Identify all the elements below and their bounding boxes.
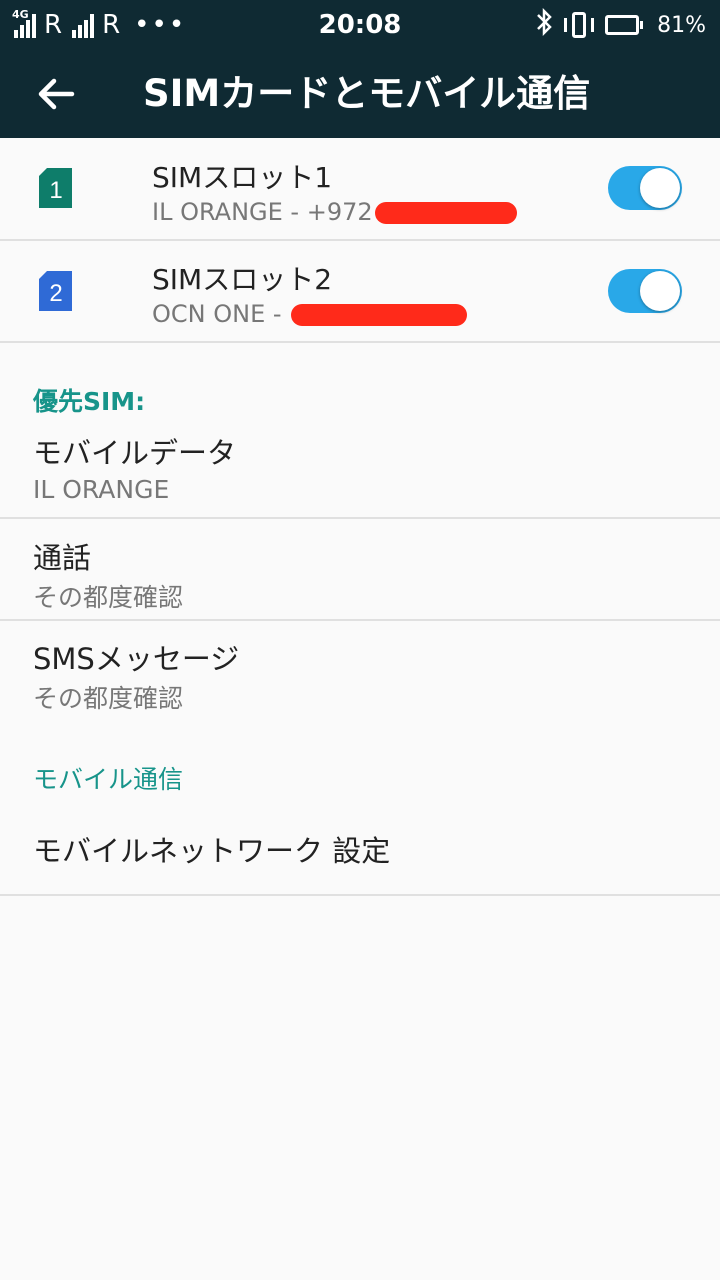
sim-slot-subtitle: IL ORANGE - +972 xyxy=(152,198,517,226)
item-title: SMSメッセージ xyxy=(33,642,240,676)
sim-slot-1-toggle[interactable] xyxy=(608,166,682,210)
divider xyxy=(0,517,720,519)
app-bar: 4G R R ••• 20:08 81% SIMカードとモバイル通信 xyxy=(0,0,720,138)
sim-slot-1-row[interactable]: 1 SIMスロット1 IL ORANGE - +972 xyxy=(0,138,720,241)
vibrate-icon xyxy=(563,12,595,38)
battery-icon xyxy=(605,15,644,35)
redaction-mark xyxy=(374,202,517,224)
sim-slot-carrier-number: IL ORANGE - +972 xyxy=(152,198,373,226)
sim-card-icon: 2 xyxy=(39,271,72,311)
arrow-left-icon xyxy=(38,78,75,110)
page-title: SIMカードとモバイル通信 xyxy=(143,72,591,115)
divider xyxy=(0,619,720,621)
item-value: その都度確認 xyxy=(33,583,184,612)
divider xyxy=(0,894,720,896)
bluetooth-icon xyxy=(535,7,553,42)
section-header-preferred-sim: 優先SIM: xyxy=(33,387,146,416)
sim-slot-title: SIMスロット2 xyxy=(152,263,333,296)
item-title: モバイルデータ xyxy=(33,436,237,470)
sim-card-icon: 1 xyxy=(39,168,72,208)
battery-percent: 81% xyxy=(657,12,706,38)
item-title: モバイルネットワーク 設定 xyxy=(33,834,391,868)
section-header-mobile-comm: モバイル通信 xyxy=(33,765,184,794)
item-value: IL ORANGE xyxy=(33,475,170,504)
item-value: その都度確認 xyxy=(33,684,184,713)
sim-slot-2-row[interactable]: 2 SIMスロット2 OCN ONE - xyxy=(0,241,720,343)
sim-number-label: 1 xyxy=(49,177,62,204)
back-button[interactable] xyxy=(32,70,80,118)
sim-slot-subtitle: OCN ONE - xyxy=(152,300,468,328)
redaction-mark xyxy=(291,304,468,326)
sim-number-label: 2 xyxy=(49,280,62,307)
sim-slot-title: SIMスロット1 xyxy=(152,161,333,194)
item-title: 通話 xyxy=(33,541,92,575)
status-bar: 4G R R ••• 20:08 81% xyxy=(0,0,720,50)
status-right: 81% xyxy=(535,7,706,42)
sim-slot-carrier-number: OCN ONE - xyxy=(152,300,290,328)
sim-slot-2-toggle[interactable] xyxy=(608,269,682,313)
